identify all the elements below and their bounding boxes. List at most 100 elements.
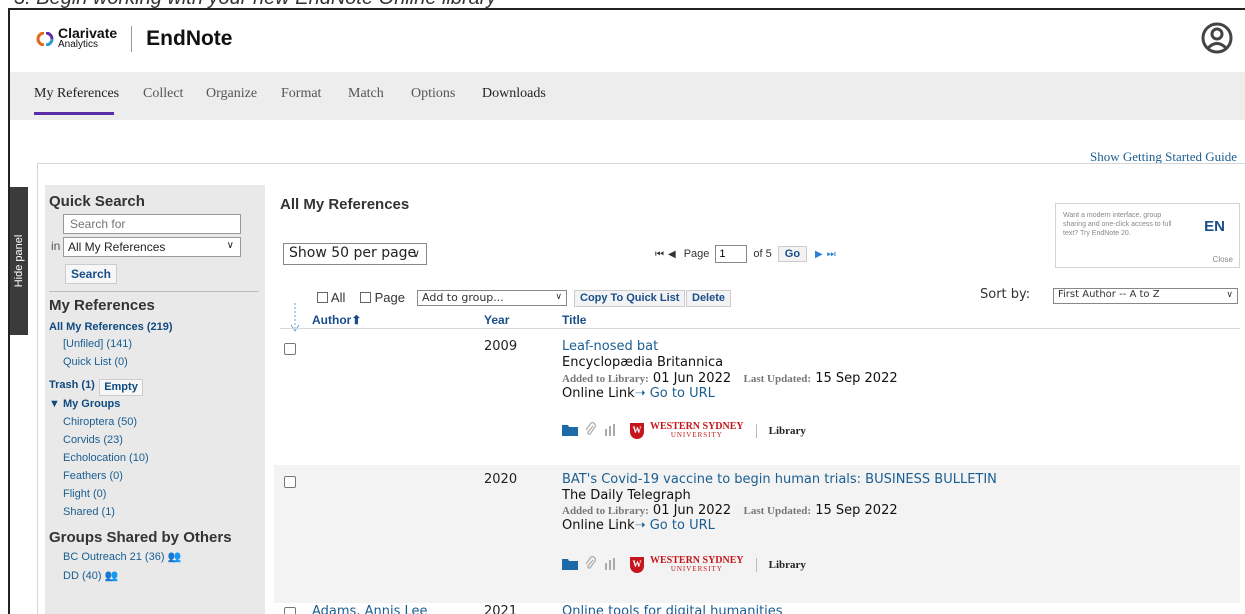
folder-icon[interactable] [562,555,578,574]
folder-icon[interactable] [562,421,578,440]
shared-people-icon: 👥 [167,551,182,563]
library-divider [755,423,757,438]
sidebar-item-group[interactable]: Flight (0) [63,488,106,500]
wsu-library-link[interactable]: W WESTERN SYDNEY UNIVERSITY Library [630,421,806,440]
wsu-shield-icon: W [630,422,644,439]
arrow-right-icon: ➝ [634,386,646,401]
sidebar-item-all-references[interactable]: All My References (219) [49,321,173,333]
delete-button[interactable]: Delete [686,290,732,307]
active-tab-indicator [34,112,114,115]
wsu-library-link[interactable]: W WESTERN SYDNEY UNIVERSITY Library [630,555,806,574]
reference-author[interactable]: Adams, Annis Lee [312,604,427,614]
reference-title[interactable]: Online tools for digital humanities [562,604,783,614]
reference-year: 2021 [484,604,518,614]
main-nav: My References Collect Organize Format Ma… [10,72,1245,120]
reference-title[interactable]: BAT's Covid-19 vaccine to begin human tr… [562,472,997,487]
online-link: Online Link➝ Go to URL [562,518,715,533]
caption-strip: 3. Begin working with your new EndNote O… [0,0,1245,8]
sidebar-item-my-groups[interactable]: ▼ My Groups [49,398,120,410]
reference-checkbox[interactable] [284,476,296,488]
endnote20-promo[interactable]: Want a modern interface, group sharing a… [1055,203,1240,268]
logo[interactable]: Clarivate Analytics EndNote [36,26,232,52]
endnote-badge: EN [1204,218,1225,235]
column-header-year[interactable]: Year [484,313,509,327]
per-page-select[interactable]: Show 50 per page ∨ [283,243,427,265]
in-label: in [51,239,61,253]
sort-label: Sort by: [980,287,1031,302]
tab-my-references[interactable]: My References [34,86,119,102]
reference-title[interactable]: Leaf-nosed bat [562,339,658,354]
added-label: Added to Library: [562,505,649,517]
search-scope-select[interactable]: All My References ∨ [63,237,241,257]
search-input[interactable] [63,214,241,234]
first-page-icon[interactable]: ⏮ [655,249,664,260]
tab-organize[interactable]: Organize [206,86,257,102]
search-button[interactable]: Search [65,264,117,284]
page-number-input[interactable] [715,245,748,263]
tab-options[interactable]: Options [411,86,455,102]
added-label: Added to Library: [562,373,649,385]
sidebar-item-shared-group[interactable]: DD (40) 👥 [63,569,118,582]
sort-select[interactable]: First Author -- A to Z ∨ [1053,288,1238,304]
quick-search-heading: Quick Search [49,193,145,210]
arrow-right-icon: ➝ [634,518,646,533]
wsu-sub: UNIVERSITY [670,430,723,439]
sidebar-item-unfiled[interactable]: [Unfiled] (141) [63,338,132,350]
tab-match[interactable]: Match [348,86,384,102]
go-to-url-link[interactable]: Go to URL [650,518,715,533]
tab-collect[interactable]: Collect [143,86,183,102]
sidebar-item-trash[interactable]: Trash (1) [49,379,95,391]
hide-panel-label: Hide panel [13,234,25,288]
go-button[interactable]: Go [777,246,808,262]
tab-format[interactable]: Format [281,86,321,102]
browser-frame: Clarivate Analytics EndNote My Reference… [8,8,1245,614]
next-page-icon[interactable]: ▶ [815,249,823,260]
bar-chart-icon[interactable] [604,555,618,574]
pagination: ⏮ ◀ Page of 5 Go ▶ ⏭ [655,245,836,263]
reference-checkbox[interactable] [284,607,296,614]
sidebar-item-group[interactable]: Chiroptera (50) [63,416,137,428]
library-label: Library [768,558,806,571]
sidebar-item-group[interactable]: Shared (1) [63,506,115,518]
promo-close-link[interactable]: Close [1213,255,1233,264]
shared-group-label: BC Outreach 21 (36) [63,551,165,563]
previous-page-icon[interactable]: ◀ [668,249,676,260]
online-link-label: Online Link [562,518,635,533]
all-label: All [330,290,346,305]
sidebar-item-quick-list[interactable]: Quick List (0) [63,356,128,368]
paperclip-icon[interactable] [584,421,596,440]
added-date: 01 Jun 2022 [652,503,732,518]
sidebar-item-group[interactable]: Echolocation (10) [63,452,149,464]
reference-checkbox[interactable] [284,343,296,355]
paperclip-icon[interactable] [584,555,596,574]
scope-value: All My References [68,240,166,254]
checkbox [360,292,371,303]
copy-to-quick-list-button[interactable]: Copy To Quick List [574,290,686,307]
reference-dates: Added to Library: 01 Jun 2022 Last Updat… [562,503,898,518]
column-header-title[interactable]: Title [562,313,586,327]
user-account-icon[interactable] [1201,20,1233,56]
hide-panel-tab[interactable]: Hide panel [10,187,28,335]
app-header: Clarivate Analytics EndNote [10,10,1245,72]
tab-downloads[interactable]: Downloads [482,86,546,102]
select-page-checkbox[interactable]: Page [360,290,405,305]
sort-value: First Author -- A to Z [1058,289,1160,300]
reference-source: Encyclopædia Britannica [562,355,724,370]
last-page-icon[interactable]: ⏭ [827,249,836,260]
column-header-author[interactable]: Author⬆ [312,313,361,327]
promo-text: Want a modern interface, group sharing a… [1063,212,1172,237]
sidebar-item-group[interactable]: Corvids (23) [63,434,123,446]
bar-chart-icon[interactable] [604,421,618,440]
empty-trash-button[interactable]: Empty [99,379,143,396]
updated-date: 15 Sep 2022 [815,371,898,386]
logo-name: Clarivate [58,25,118,41]
page-of-label: of 5 [753,248,772,260]
reference-row: Adams, Annis Lee 2021 Online tools for d… [274,603,1240,614]
select-all-checkbox[interactable]: All [317,290,345,305]
sidebar-item-group[interactable]: Feathers (0) [63,470,123,482]
logo-text: Clarivate Analytics [58,25,118,51]
add-to-group-select[interactable]: Add to group... ∨ [417,290,567,306]
sidebar-item-shared-group[interactable]: BC Outreach 21 (36) 👥 [63,550,182,563]
go-to-url-link[interactable]: Go to URL [650,386,715,401]
page-title: All My References [280,196,410,213]
